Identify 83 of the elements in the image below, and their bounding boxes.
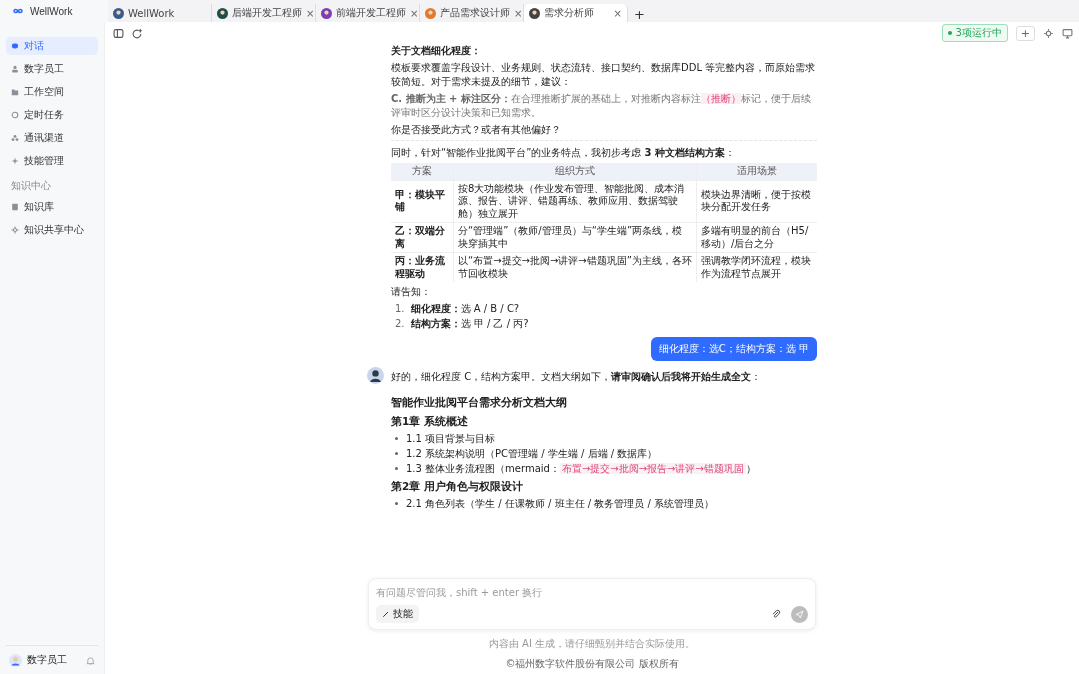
sidebar-toggle-icon[interactable] — [113, 27, 124, 39]
sidebar-item[interactable]: 通讯渠道 — [6, 129, 98, 147]
option-note: C. 推断为主 + 标注区分：在合理推断扩展的基础上，对推断内容标注（推断）标记，便于后续评审时区分设计决策和已知需求。 — [391, 92, 812, 120]
tab[interactable]: 产品需求设计师 × — [420, 4, 524, 22]
list-number: 1. — [395, 302, 405, 316]
table-cell: 丙：业务流程驱动 — [391, 252, 454, 282]
book-icon — [11, 203, 19, 211]
list-item: 2.1 角色列表（学生 / 任课教师 / 班主任 / 教务管理员 / 系统管理员） — [406, 497, 714, 511]
avatar-icon — [217, 7, 228, 19]
bullet-icon — [395, 437, 398, 440]
add-button[interactable]: + — [1015, 25, 1035, 41]
list-item: 1.3 整体业务流程图（mermaid： 布置→提交→批阅→报告→讲评→错题巩固 ） — [406, 462, 756, 476]
folder-icon — [11, 88, 19, 96]
assistant-message: 好的，细化程度 C，结构方案甲。文档大纲如下，请审阅确认后我将开始生成全文： — [391, 370, 762, 384]
chapter-heading: 第1章 系统概述 — [391, 415, 469, 429]
table-cell: 模块边界清晰，便于按模块分配开发任务 — [696, 180, 817, 223]
table-cell: 甲：模块平铺 — [391, 180, 454, 223]
skills-button[interactable]: 技能 — [376, 605, 419, 623]
list-number: 2. — [395, 316, 405, 331]
user-name: 数字员工 — [27, 653, 68, 667]
copyright-text: ©福州数字软件股份有限公司 版权所有 — [505, 657, 679, 671]
person-icon — [11, 65, 19, 73]
tab[interactable]: 前端开发工程师 × — [316, 4, 420, 22]
sidebar-item[interactable]: 数字员工 — [6, 60, 98, 78]
close-icon[interactable]: × — [514, 7, 523, 19]
avatar-icon — [425, 7, 436, 19]
message-paragraph: 模板要求覆盖字段设计、业务规则、状态流转、接口契约、数据库DDL 等完整内容，而原始需求较简短。对于需求未提及的细节，建议： — [391, 61, 817, 89]
tab[interactable]: 需求分析师 × — [524, 4, 628, 22]
table-cell: 按8大功能模块（作业发布管理、智能批阅、成本消源、报告、讲评、错题再练、教师应用、数据驾驶舱）独立展开 — [453, 180, 697, 223]
new-tab-button[interactable]: + — [628, 7, 651, 22]
close-icon[interactable]: × — [306, 7, 315, 19]
table-cell: 强调教学闭环流程，模块作为流程节点展开 — [696, 252, 817, 282]
column-header: 适用场景 — [696, 163, 817, 180]
message-paragraph: 你是否接受此方式？或者有其他偏好？ — [391, 123, 562, 137]
sidebar-item[interactable]: 工作空间 — [6, 83, 98, 101]
logo-icon — [10, 7, 26, 15]
table-cell: 分“管理端”（教师/管理员）与“学生端”两条线，模块穿插其中 — [453, 222, 697, 253]
chat-icon — [11, 42, 19, 50]
table-cell: 乙：双端分离 — [391, 222, 454, 253]
column-header: 组织方式 — [453, 163, 697, 180]
avatar-icon — [113, 7, 124, 19]
clock-icon — [11, 111, 19, 119]
chapter-heading: 第2章 用户角色与权限设计 — [391, 480, 524, 494]
section-heading: 关于文档细化程度： — [391, 44, 482, 58]
tab[interactable]: WellWork — [108, 4, 212, 22]
list-item: 1.2 系统架构说明（PC管理端 / 学生端 / 后端 / 数据库） — [406, 447, 658, 461]
sidebar-item[interactable]: 知识共享中心 — [6, 221, 98, 239]
section-title: 知识中心 — [10, 179, 52, 193]
message-paragraph: 同时，针对“智能作业批阅平台”的业务特点，我初步考虑 3 种文档结构方案： — [391, 146, 736, 160]
list-item: 结构方案：选 甲 / 乙 / 丙? — [410, 316, 529, 331]
monitor-icon[interactable] — [1062, 27, 1073, 39]
new-chat-icon[interactable] — [132, 27, 143, 39]
list-item: 1.1 项目背景与目标 — [406, 432, 496, 446]
table-cell: 以“布置→提交→批阅→讲评→错题巩固”为主线，各环节回收模块 — [453, 252, 697, 282]
bullet-icon — [395, 467, 398, 470]
table-cell: 多端有明显的前台（H5/移动）/后台之分 — [696, 222, 817, 253]
sparkle-icon — [11, 157, 19, 165]
wand-icon — [382, 610, 390, 618]
bullet-icon — [395, 452, 398, 455]
settings-icon[interactable] — [1043, 27, 1054, 39]
sidebar-item[interactable]: 定时任务 — [6, 106, 98, 124]
sidebar-item[interactable]: 知识库 — [6, 198, 98, 216]
assistant-avatar — [367, 367, 384, 384]
sidebar-item[interactable]: 技能管理 — [6, 152, 98, 170]
message-paragraph: 请告知： — [391, 285, 432, 299]
attachment-icon[interactable] — [771, 609, 781, 619]
close-icon[interactable]: × — [410, 7, 419, 19]
app-logo: WellWork — [30, 5, 73, 17]
close-icon[interactable]: × — [613, 7, 622, 19]
avatar-icon — [321, 7, 332, 19]
bullet-icon — [395, 502, 398, 505]
disclaimer-text: 内容由 AI 生成，请仔细甄别并结合实际使用。 — [488, 637, 696, 651]
message-composer[interactable]: 有问题尽管问我，shift + enter 换行 技能 — [368, 578, 816, 630]
column-header: 方案 — [391, 163, 454, 180]
outline-title: 智能作业批阅平台需求分析文档大纲 — [391, 395, 568, 410]
avatar-icon — [9, 653, 22, 667]
tab[interactable]: 后端开发工程师 × — [212, 4, 316, 22]
people-icon — [11, 134, 19, 142]
user-message: 细化程度：选C；结构方案：选 甲 — [650, 337, 817, 361]
sidebar-item[interactable]: 对话 — [6, 37, 98, 55]
avatar-icon — [529, 7, 540, 19]
gear-icon — [11, 226, 19, 234]
list-item: 细化程度：选 A / B / C? — [410, 302, 520, 316]
